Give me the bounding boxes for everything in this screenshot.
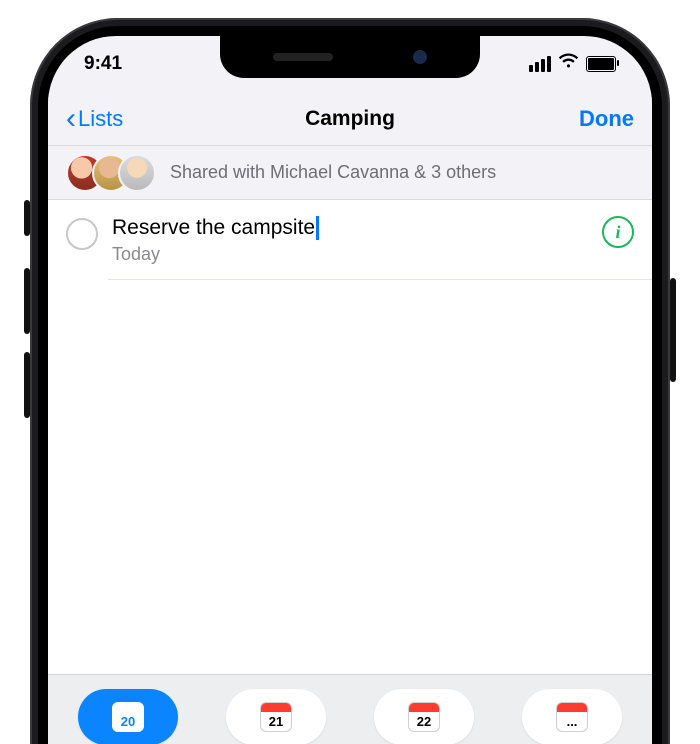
shared-with-text: Shared with Michael Cavanna & 3 others [170, 162, 496, 183]
status-time: 9:41 [84, 53, 122, 75]
calendar-icon: 20 [112, 702, 144, 732]
date-chip-custom[interactable]: ... Date & Time [508, 689, 636, 744]
calendar-day: 20 [113, 712, 143, 731]
page-title: Camping [48, 107, 652, 131]
date-chip-tomorrow[interactable]: 21 Tomorrow [212, 689, 340, 744]
date-chip-today[interactable]: 20 Today [64, 689, 192, 744]
calendar-day: 22 [409, 712, 439, 731]
date-chip-this-weekend[interactable]: 22 This Weekend [360, 689, 488, 744]
content-area: Reserve the campsite Today i [48, 200, 652, 744]
screen: 9:41 ‹ Lists [48, 36, 652, 744]
reminder-title-input[interactable]: Reserve the campsite [112, 216, 319, 240]
info-button[interactable]: i [602, 216, 634, 248]
date-chip-row: 20 Today 21 [48, 689, 652, 744]
reminder-due-label: Today [112, 244, 634, 265]
reminder-title-text: Reserve the campsite [112, 216, 315, 240]
avatar [118, 154, 156, 192]
speaker [273, 53, 333, 61]
shared-with-row[interactable]: Shared with Michael Cavanna & 3 others [48, 146, 652, 200]
battery-icon [586, 56, 616, 72]
navigation-bar: ‹ Lists Camping Done [48, 92, 652, 146]
calendar-icon: ... [556, 702, 588, 732]
shared-avatars [66, 154, 156, 192]
reminder-row[interactable]: Reserve the campsite Today i [48, 200, 652, 265]
back-button[interactable]: ‹ Lists [66, 104, 123, 134]
text-cursor [316, 216, 319, 240]
chevron-left-icon: ‹ [66, 104, 76, 134]
front-camera [413, 50, 427, 64]
row-divider [108, 279, 652, 280]
wifi-icon [558, 53, 579, 75]
info-icon: i [615, 222, 620, 243]
done-button[interactable]: Done [579, 106, 634, 132]
notch [220, 36, 480, 78]
completion-checkbox[interactable] [66, 218, 98, 250]
keyboard-accessory: 20 Today 21 [48, 674, 652, 744]
calendar-icon: 21 [260, 702, 292, 732]
phone-frame: 9:41 ‹ Lists [30, 18, 670, 744]
calendar-day: ... [557, 712, 587, 731]
calendar-day: 21 [261, 712, 291, 731]
side-button [670, 278, 676, 382]
back-label: Lists [78, 106, 123, 132]
calendar-icon: 22 [408, 702, 440, 732]
cellular-icon [529, 56, 551, 72]
